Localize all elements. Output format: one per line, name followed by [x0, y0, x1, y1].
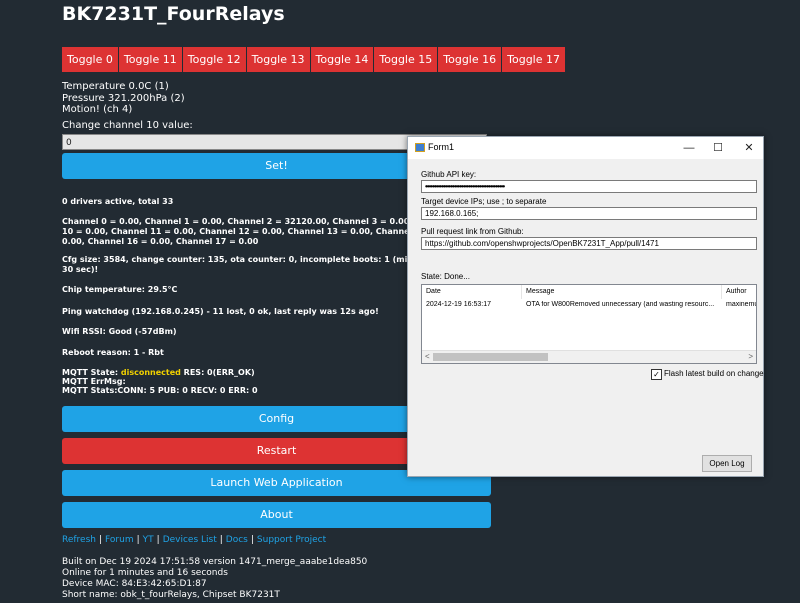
minimize-icon[interactable]: — — [681, 140, 697, 156]
page-title: BK7231T_FourRelays — [62, 3, 285, 25]
device-mac-text: Device MAC: 84:E3:42:65:D1:87 — [62, 579, 207, 589]
column-header-author[interactable]: Author — [722, 285, 756, 299]
toggle-15-button[interactable]: Toggle 15 — [374, 47, 438, 72]
toggle-bar: Toggle 0 Toggle 11 Toggle 12 Toggle 13 T… — [62, 47, 566, 72]
pull-request-field[interactable]: https://github.com/openshwprojects/OpenB… — [421, 237, 757, 250]
link-separator: | — [136, 535, 140, 545]
row-author[interactable]: maxinemu — [722, 301, 756, 308]
temperature-text: Temperature 0.0C (1) — [62, 81, 169, 92]
build-info-text: Built on Dec 19 2024 17:51:58 version 14… — [62, 557, 368, 567]
scroll-right-icon[interactable]: > — [748, 351, 753, 363]
pressure-text: Pressure 321.200hPa (2) — [62, 93, 185, 104]
maximize-icon[interactable]: ☐ — [710, 140, 726, 156]
flash-latest-label: Flash latest build on change — [664, 369, 764, 378]
pull-request-label: Pull request link from Github: — [421, 227, 524, 236]
flash-latest-checkbox[interactable]: ✓ — [651, 369, 662, 380]
support-project-link[interactable]: Support Project — [257, 535, 326, 545]
devices-list-link[interactable]: Devices List — [163, 535, 217, 545]
link-separator: | — [156, 535, 160, 545]
toggle-13-button[interactable]: Toggle 13 — [246, 47, 310, 72]
column-header-date[interactable]: Date — [422, 285, 522, 299]
toggle-17-button[interactable]: Toggle 17 — [502, 47, 565, 72]
yt-link[interactable]: YT — [143, 535, 154, 545]
title-bar[interactable]: Form1 — ☐ ✕ — [408, 137, 763, 159]
forum-link[interactable]: Forum — [105, 535, 134, 545]
toggle-16-button[interactable]: Toggle 16 — [438, 47, 502, 72]
docs-link[interactable]: Docs — [226, 535, 248, 545]
link-separator: | — [250, 535, 254, 545]
about-button[interactable]: About — [62, 502, 491, 528]
link-separator: | — [99, 535, 103, 545]
toggle-0-button[interactable]: Toggle 0 — [62, 47, 118, 72]
row-date[interactable]: 2024-12-19 16:53:17 — [422, 301, 522, 308]
target-ips-label: Target device IPs; use ; to separate — [421, 197, 547, 206]
channel-label: Change channel 10 value: — [62, 120, 193, 131]
scroll-thumb[interactable] — [433, 353, 548, 361]
column-header-message[interactable]: Message — [522, 285, 722, 299]
app-icon — [415, 143, 425, 152]
open-log-button[interactable]: Open Log — [702, 455, 752, 472]
refresh-link[interactable]: Refresh — [62, 535, 96, 545]
mqtt-state-value: disconnected — [120, 368, 181, 377]
close-icon[interactable]: ✕ — [741, 140, 757, 156]
mqtt-state-suffix: RES: 0(ERR_OK) — [180, 368, 255, 377]
link-separator: | — [219, 535, 223, 545]
api-key-field[interactable]: ••••••••••••••••••••••••••••••••••••••••… — [421, 180, 757, 193]
mqtt-state-prefix: MQTT State: — [62, 368, 121, 377]
row-message[interactable]: OTA for W800Removed unnecessary (and was… — [522, 301, 722, 308]
target-ips-field[interactable]: 192.168.0.165; — [421, 207, 757, 220]
window-title: Form1 — [428, 142, 455, 152]
toggle-12-button[interactable]: Toggle 12 — [182, 47, 246, 72]
motion-text: Motion! (ch 4) — [62, 104, 133, 115]
short-name-text: Short name: obk_t_fourRelays, Chipset BK… — [62, 590, 280, 600]
toggle-11-button[interactable]: Toggle 11 — [118, 47, 182, 72]
uptime-text: Online for 1 minutes and 16 seconds — [62, 568, 228, 578]
horizontal-scrollbar[interactable]: < > — [422, 350, 756, 363]
state-text: State: Done... — [421, 272, 470, 281]
form1-window: Form1 — ☐ ✕ Github API key: ••••••••••••… — [407, 136, 764, 477]
api-key-label: Github API key: — [421, 170, 477, 179]
scroll-left-icon[interactable]: < — [425, 351, 430, 363]
builds-list[interactable]: Date Message Author 2024-12-19 16:53:17 … — [421, 284, 757, 364]
toggle-14-button[interactable]: Toggle 14 — [310, 47, 374, 72]
link-bar: Refresh | Forum | YT | Devices List | Docs | Suppo… — [62, 535, 326, 545]
